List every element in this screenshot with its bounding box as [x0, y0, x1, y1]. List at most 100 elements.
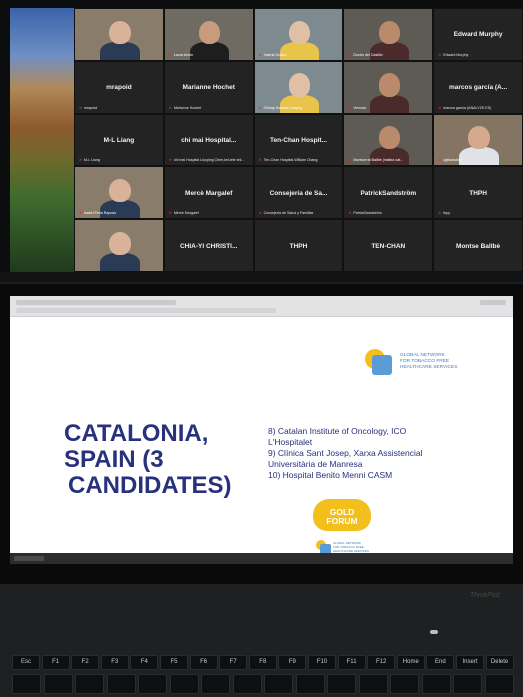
keyboard-key[interactable] — [12, 674, 41, 694]
keyboard-key[interactable] — [358, 674, 388, 694]
gold-forum-word: FORUM — [326, 516, 358, 526]
muted-mic-icon: ✕ — [258, 158, 262, 163]
participant-label-text: Veronia — [353, 105, 366, 110]
keyboard-key[interactable] — [453, 674, 482, 694]
keyboard-key[interactable] — [106, 674, 136, 694]
participant-label-text: Doctor del Castillo — [353, 52, 383, 57]
slide-title-line: CATALONIA, — [64, 420, 209, 447]
browser-toolbar[interactable] — [10, 296, 513, 317]
keyboard-key[interactable]: F11 — [337, 655, 366, 670]
keyboard-key[interactable]: Insert — [456, 655, 484, 670]
participant-label-text: Mercè Margalef — [173, 211, 199, 216]
participant-tile[interactable]: ✕ Montserrat Ballbè (Institut cat... — [343, 113, 434, 167]
window-controls[interactable] — [480, 300, 506, 305]
browser-tab[interactable] — [16, 300, 176, 305]
participant-tile[interactable] — [74, 219, 164, 272]
participant-tile[interactable]: PatrickSandström ✕ PatrickSandström — [343, 166, 434, 220]
keyboard-key[interactable] — [138, 674, 167, 694]
candidate-line: 10) Hospital Benito Menni CASM — [268, 470, 393, 480]
desktop-wallpaper — [10, 8, 74, 273]
participant-video-face — [468, 126, 490, 150]
candidate-line: Universitària de Manresa — [268, 459, 363, 469]
taskbar-item[interactable] — [14, 556, 44, 561]
keyboard-key[interactable] — [43, 674, 73, 694]
slide-title-line: CANDIDATES) — [68, 472, 232, 499]
participant-tile[interactable]: Edward Murphy ✕ Edward Murphy — [433, 8, 523, 61]
participant-tile[interactable]: THPH ✕ thpy — [433, 166, 523, 220]
participant-tile[interactable]: THPH — [253, 219, 344, 272]
participant-label-text: Consejería de Salud y Familias — [263, 211, 314, 216]
muted-mic-icon: ✕ — [258, 105, 262, 110]
keyboard-key[interactable]: End — [426, 655, 455, 670]
muted-mic-icon: ✕ — [438, 105, 442, 110]
participant-tile[interactable]: ✕ Valeria Scalco — [253, 8, 344, 61]
participant-label: ✕ Isabel Feria Raposo — [79, 211, 116, 215]
keyboard-key[interactable]: Esc — [12, 655, 40, 670]
participant-tile[interactable]: ✕ Laura Antón — [163, 8, 254, 61]
participant-name: marcos garcía (A... — [449, 84, 508, 92]
keyboard-key[interactable]: F10 — [308, 655, 336, 670]
participant-tile[interactable]: M-L Liang ✕ M-L Liang — [74, 113, 164, 167]
keyboard-key[interactable] — [232, 674, 262, 694]
muted-mic-icon: ✕ — [348, 211, 352, 216]
keyboard-key[interactable]: F3 — [100, 655, 129, 670]
participant-tile[interactable]: Montse Ballbè — [433, 219, 523, 272]
participant-tile[interactable]: chi mai Hospital... ✕ chi mai Hospital Lio… — [163, 113, 254, 167]
participant-name: Mercè Margalef — [185, 189, 233, 197]
keyboard-key[interactable]: F1 — [41, 655, 70, 670]
participant-tile[interactable]: ✕ Chihay Hospital Ltiaying — [253, 60, 344, 114]
keyboard-key[interactable] — [421, 674, 451, 694]
keyboard-key[interactable] — [484, 674, 514, 694]
keyboard-key[interactable]: F7 — [219, 655, 248, 670]
taskbar[interactable] — [10, 553, 513, 564]
participant-name: Consejeria de Sa... — [269, 189, 328, 197]
participant-tile[interactable]: CHIA-YI CHRISTI... — [163, 219, 254, 272]
keyboard-key[interactable]: Delete — [485, 655, 514, 670]
network-logo-line-3: HEALTHCARE SERVICES — [400, 365, 458, 370]
keyboard-key[interactable]: F6 — [189, 655, 218, 670]
participant-label: ✕ chi mai Hospital Liouying Chen,kei-tele… — [169, 158, 245, 162]
participant-tile[interactable]: Consejeria de Sa... ✕ Consejería de Salud … — [253, 166, 344, 220]
keyboard-key[interactable]: F8 — [248, 655, 277, 670]
participant-name: chi mai Hospital... — [181, 136, 237, 144]
keyboard-key[interactable] — [327, 674, 356, 694]
presentation-slide: GLOBAL NETWORK FOR TOBACCO FREE HEALTHCA… — [10, 317, 513, 555]
participant-tile[interactable]: Mercè Margalef ✕ Mercè Margalef — [163, 166, 254, 220]
keyboard-key[interactable] — [169, 674, 199, 694]
keyboard-key[interactable] — [295, 674, 325, 694]
participant-tile[interactable] — [74, 8, 164, 61]
participant-tile[interactable]: ✕ cgtlsanchez — [433, 113, 523, 167]
keyboard-key[interactable] — [264, 674, 293, 694]
participant-label-text: mrapoid — [84, 105, 97, 110]
participant-tile[interactable]: ✕ Veronia — [343, 60, 434, 114]
participant-tile[interactable]: mrapoid ✕ mrapoid — [74, 60, 164, 114]
participant-label: ✕ marcos garcía (ANALYZE.ES) — [438, 106, 491, 110]
keyboard-key[interactable] — [75, 674, 104, 694]
participant-tile[interactable]: Ten-Chan Hospit... ✕ Ten-Chan Hospital-Wil… — [253, 113, 344, 167]
participant-label-text: M-L Liang — [84, 158, 100, 163]
address-bar[interactable] — [16, 308, 276, 313]
participant-tile[interactable]: TEN-CHAN — [343, 219, 434, 272]
participant-name: TEN-CHAN — [371, 242, 406, 250]
participant-tile[interactable]: marcos garcía (A... ✕ marcos garcía (ANALY… — [433, 60, 523, 114]
power-indicator-icon — [430, 630, 438, 634]
muted-mic-icon: ✕ — [258, 211, 262, 216]
participant-video-body — [459, 147, 499, 166]
keyboard-key[interactable]: F12 — [367, 655, 396, 670]
participant-label: ✕ Doctor del Castillo — [348, 53, 382, 57]
participant-tile[interactable]: ✕ Isabel Feria Raposo — [74, 166, 164, 220]
muted-mic-icon: ✕ — [79, 158, 83, 163]
keyboard-key[interactable]: F9 — [278, 655, 307, 670]
keyboard-key[interactable]: Home — [396, 655, 425, 670]
participant-tile[interactable]: Marianne Hochet ✕ Marianne Hochet — [163, 60, 254, 114]
muted-mic-icon: ✕ — [168, 105, 172, 110]
keyboard-key[interactable] — [390, 674, 419, 694]
participant-tile[interactable]: ✕ Doctor del Castillo — [343, 8, 434, 61]
keyboard-key[interactable] — [201, 674, 230, 694]
slide-title-line: SPAIN (3 — [64, 446, 164, 473]
muted-mic-icon: ✕ — [438, 52, 442, 57]
participant-video-face — [288, 20, 311, 44]
keyboard-key[interactable]: F5 — [160, 655, 188, 670]
keyboard-key[interactable]: F2 — [71, 655, 100, 670]
keyboard-key[interactable]: F4 — [130, 655, 159, 670]
